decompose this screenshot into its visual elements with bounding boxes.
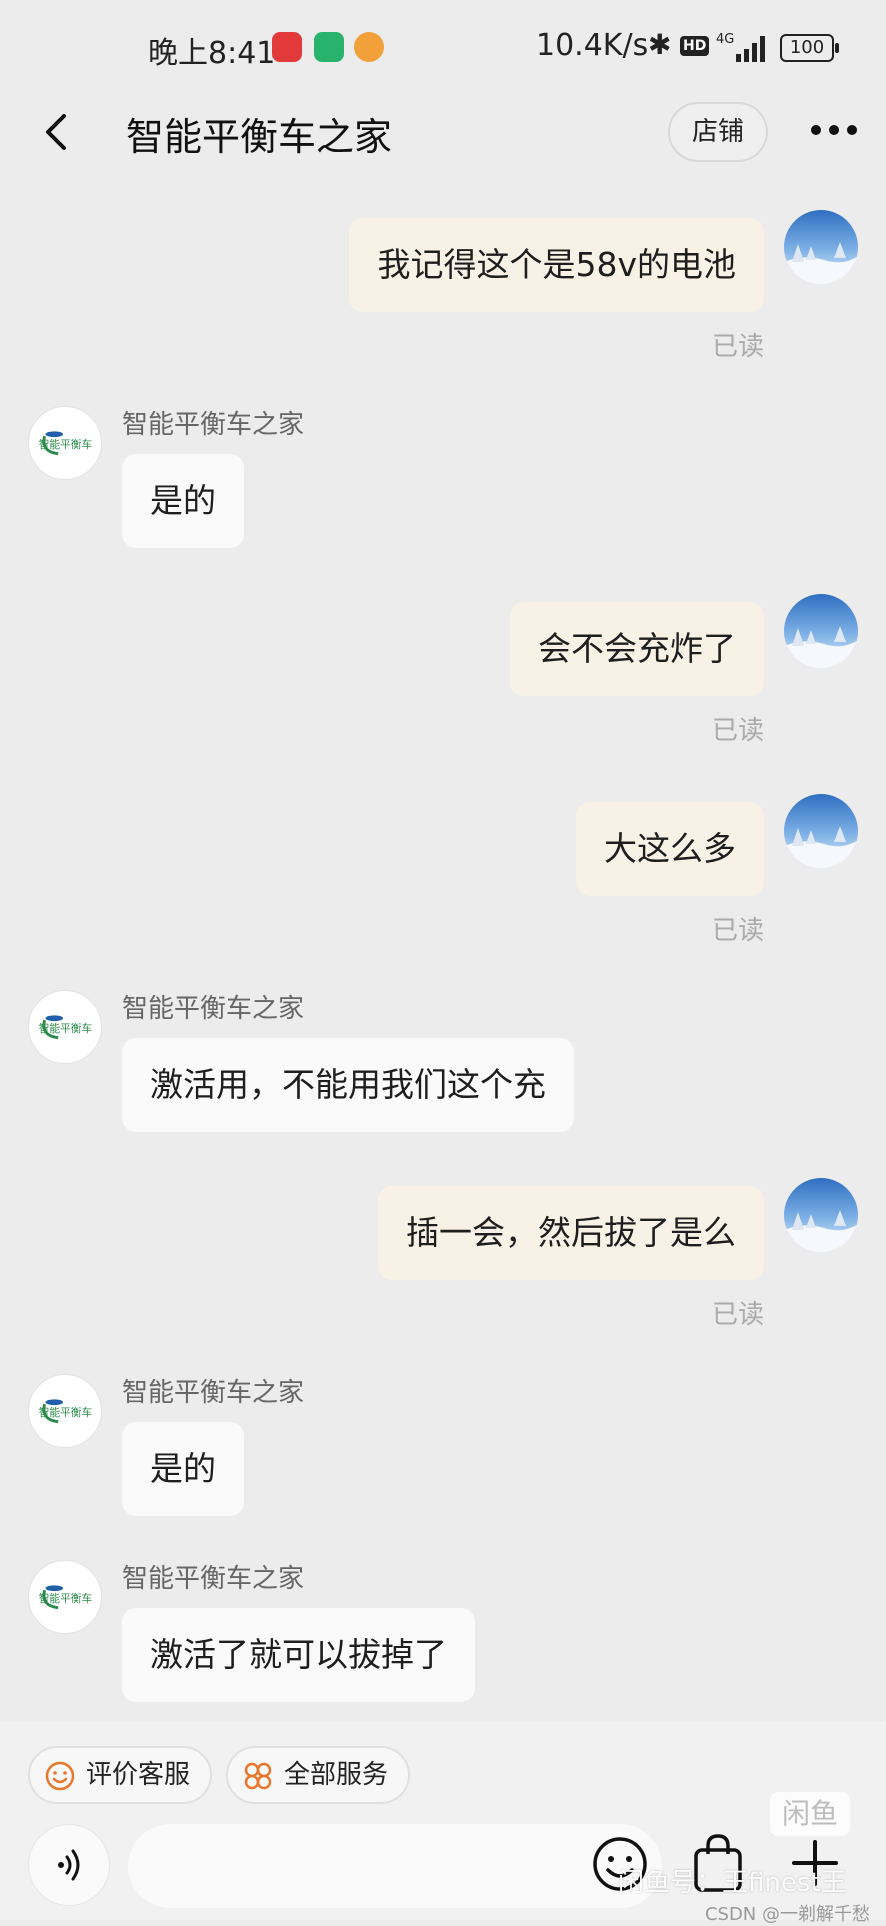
csdn-watermark: CSDN @一剃解千愁	[704, 1904, 870, 1925]
message-bubble[interactable]: 激活了就可以拔掉了	[122, 1608, 475, 1702]
svg-text:智能平衡车: 智能平衡车	[39, 1592, 93, 1605]
xianyu-watermark-logo: 闲鱼	[770, 1792, 850, 1836]
read-status: 已读	[711, 332, 764, 362]
back-arrow-icon[interactable]	[38, 108, 78, 156]
more-dots-icon[interactable]	[806, 110, 862, 150]
signal-icon: 4G	[716, 32, 765, 62]
security-shield-icon	[314, 32, 344, 62]
netease-music-icon	[272, 32, 302, 62]
user-avatar[interactable]	[784, 210, 858, 284]
svg-text:智能平衡车: 智能平衡车	[39, 1406, 93, 1419]
svg-text:智能平衡车: 智能平衡车	[39, 1022, 93, 1035]
shop-button[interactable]: 店铺	[668, 102, 768, 162]
all-services-label: 全部服务	[284, 1760, 389, 1790]
message-item: 会不会充炸了 已读	[0, 594, 886, 746]
battery-indicator: 100	[780, 34, 839, 62]
hd-badge: HD	[680, 36, 710, 56]
read-status: 已读	[711, 916, 764, 946]
user-avatar[interactable]	[784, 1178, 858, 1252]
message-bubble[interactable]: 是的	[122, 454, 244, 548]
message-item: 大这么多 已读	[0, 794, 886, 946]
status-bar: 晚上8:41 10.4K/s ✱ HD 4G 100	[0, 0, 886, 96]
sender-name: 智能平衡车之家	[122, 1378, 305, 1408]
rate-service-chip[interactable]: 评价客服	[28, 1746, 213, 1804]
message-bubble[interactable]: 我记得这个是58v的电池	[349, 218, 764, 312]
user-avatar[interactable]	[784, 794, 858, 868]
grid-flower-icon	[244, 1762, 272, 1790]
xianyu-watermark-text: 闲鱼号：王finest王	[618, 1868, 847, 1898]
all-services-chip[interactable]: 全部服务	[226, 1746, 411, 1804]
message-item: 我记得这个是58v的电池 已读	[0, 210, 886, 362]
sender-name: 智能平衡车之家	[122, 410, 305, 440]
bluetooth-icon: ✱	[648, 28, 672, 61]
user-avatar[interactable]	[784, 594, 858, 668]
network-speed: 10.4K/s	[536, 28, 649, 63]
message-input[interactable]	[128, 1824, 662, 1908]
smile-icon	[45, 1761, 75, 1791]
voice-icon	[58, 1849, 80, 1881]
read-status: 已读	[711, 1300, 764, 1330]
message-bubble[interactable]: 插一会，然后拔了是么	[378, 1186, 764, 1280]
shop-avatar[interactable]: 智能平衡车	[28, 990, 102, 1064]
read-status: 已读	[711, 716, 764, 746]
chat-title: 智能平衡车之家	[126, 115, 393, 159]
svg-text:4G: 4G	[716, 32, 734, 47]
sender-name: 智能平衡车之家	[122, 1564, 305, 1594]
sender-name: 智能平衡车之家	[122, 994, 305, 1024]
svg-text:智能平衡车: 智能平衡车	[39, 438, 93, 451]
message-item: 智能平衡车 智能平衡车之家 激活了就可以拔掉了	[0, 1558, 886, 1708]
message-bubble[interactable]: 大这么多	[576, 802, 764, 896]
message-item: 插一会，然后拔了是么 已读	[0, 1178, 886, 1330]
shop-avatar[interactable]: 智能平衡车	[28, 1374, 102, 1448]
rate-service-label: 评价客服	[86, 1760, 191, 1790]
message-item: 智能平衡车 智能平衡车之家 是的	[0, 404, 886, 554]
shop-avatar[interactable]: 智能平衡车	[28, 406, 102, 480]
voice-button[interactable]	[28, 1824, 110, 1906]
message-bubble[interactable]: 会不会充炸了	[510, 602, 764, 696]
bottom-bar: 评价客服 全部服务 闲鱼 闲鱼号：王finest王 CSDN @一剃解千愁	[0, 1722, 886, 1925]
app-notification-icon	[354, 32, 384, 62]
status-time: 晚上8:41	[148, 36, 276, 71]
message-item: 智能平衡车 智能平衡车之家 是的	[0, 1372, 886, 1522]
nav-bar: 智能平衡车之家 店铺	[0, 96, 886, 170]
message-item: 智能平衡车 智能平衡车之家 激活用，不能用我们这个充	[0, 988, 886, 1138]
shop-avatar[interactable]: 智能平衡车	[28, 1560, 102, 1634]
message-bubble[interactable]: 激活用，不能用我们这个充	[122, 1038, 574, 1132]
message-bubble[interactable]: 是的	[122, 1422, 244, 1516]
